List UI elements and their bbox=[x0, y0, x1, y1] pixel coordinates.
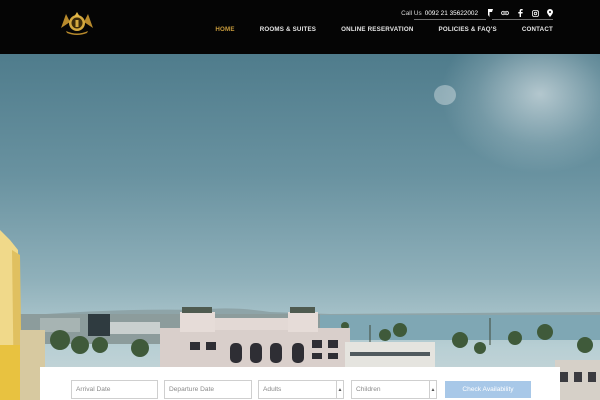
call-divider bbox=[414, 19, 486, 20]
hero-image bbox=[0, 54, 600, 400]
social-divider bbox=[492, 19, 553, 20]
nav-policies-faqs[interactable]: POLICIES & FAQ'S bbox=[439, 26, 497, 33]
arrival-date-field[interactable]: Arrival Date bbox=[71, 380, 158, 399]
adults-label: Adults bbox=[263, 386, 282, 393]
nav-online-reservation[interactable]: ONLINE RESERVATION bbox=[341, 26, 413, 33]
crest-logo-icon[interactable] bbox=[58, 8, 96, 36]
tripadvisor-icon[interactable] bbox=[501, 9, 509, 17]
children-select[interactable]: Children ▲ bbox=[351, 380, 437, 399]
chevron-down-icon: ▲ bbox=[336, 381, 343, 398]
site-header: Call Us 0092 21 35622002 HOME ROOMS & SU… bbox=[0, 0, 600, 54]
arrival-date-placeholder: Arrival Date bbox=[76, 386, 111, 393]
nav-rooms-suites[interactable]: ROOMS & SUITES bbox=[260, 26, 316, 33]
social-icons bbox=[486, 9, 554, 17]
departure-date-placeholder: Departure Date bbox=[169, 386, 215, 393]
children-label: Children bbox=[356, 386, 381, 393]
nav-contact[interactable]: CONTACT bbox=[522, 26, 553, 33]
foursquare-icon[interactable] bbox=[486, 9, 494, 17]
instagram-icon[interactable] bbox=[531, 9, 539, 17]
booking-form: Arrival Date Departure Date Adults ▲ Chi… bbox=[40, 367, 560, 400]
city-skyline bbox=[0, 230, 600, 400]
adults-select[interactable]: Adults ▲ bbox=[258, 380, 344, 399]
top-bar: Call Us 0092 21 35622002 bbox=[401, 6, 554, 20]
map-pin-icon[interactable] bbox=[546, 9, 554, 17]
main-nav: HOME ROOMS & SUITES ONLINE RESERVATION P… bbox=[190, 24, 553, 34]
nav-home[interactable]: HOME bbox=[215, 26, 234, 33]
call-us: Call Us 0092 21 35622002 bbox=[401, 10, 478, 17]
phone-number[interactable]: 0092 21 35622002 bbox=[425, 10, 478, 17]
call-label: Call Us bbox=[401, 9, 422, 17]
departure-date-field[interactable]: Departure Date bbox=[164, 380, 252, 399]
facebook-icon[interactable] bbox=[516, 9, 524, 17]
check-availability-button[interactable]: Check Availability bbox=[445, 381, 531, 398]
chevron-down-icon: ▲ bbox=[429, 381, 436, 398]
